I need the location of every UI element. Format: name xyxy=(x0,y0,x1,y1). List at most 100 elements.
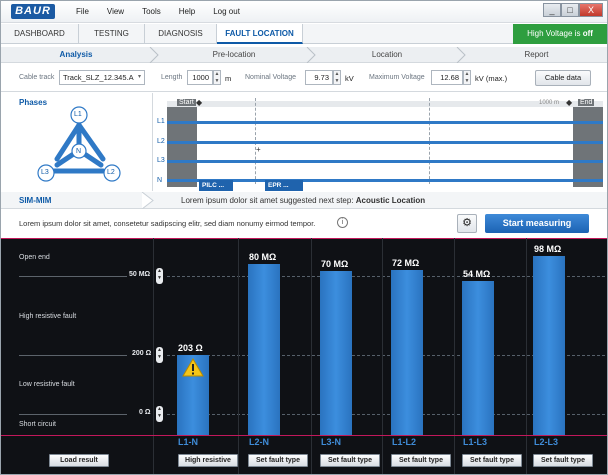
nominal-voltage-stepper[interactable]: ▲ ▼ xyxy=(333,70,341,85)
category-label: L1-L3 xyxy=(463,437,488,447)
bar-value-label: 54 MΩ xyxy=(463,269,491,279)
category-label: L1-L2 xyxy=(392,437,417,447)
minimize-button[interactable]: _ xyxy=(543,3,561,17)
threshold-handle[interactable]: ▲ ▼ xyxy=(156,268,163,284)
length-unit: m xyxy=(225,74,232,83)
load-result-button[interactable]: Load result xyxy=(49,454,109,467)
step-location[interactable]: Location xyxy=(316,47,458,63)
line-label-l1: L1 xyxy=(157,118,165,125)
phase-label-n: N xyxy=(76,148,82,155)
start-marker-icon[interactable]: ◆ xyxy=(196,98,202,107)
length-label: Length xyxy=(161,74,183,81)
fault-type-button[interactable]: Set fault type xyxy=(320,454,380,467)
step-arrow-icon xyxy=(456,47,466,63)
info-icon[interactable]: i xyxy=(337,217,348,228)
maximize-button[interactable]: □ xyxy=(561,3,579,17)
bar-l3-n[interactable] xyxy=(320,271,352,435)
length-input[interactable]: 1000 xyxy=(187,70,213,85)
zone-label: High resistive fault xyxy=(19,313,77,320)
segment-pilc[interactable]: PILC ... xyxy=(199,180,233,191)
bar-value-label: 72 MΩ xyxy=(392,258,420,268)
step-analysis[interactable]: Analysis xyxy=(1,47,151,63)
high-voltage-status: High Voltage is off xyxy=(513,24,607,44)
max-voltage-input[interactable]: 12.68 xyxy=(431,70,463,85)
cable-overview: Start ◆ 1000 m ◆ End + + L1 L2 L3 N PILC… xyxy=(153,93,607,191)
fault-type-button[interactable]: Set fault type xyxy=(391,454,451,467)
end-marker-icon[interactable]: ◆ xyxy=(566,98,572,107)
start-zone xyxy=(167,101,197,187)
column-divider xyxy=(454,238,455,474)
cable-track-select[interactable]: Track_SLZ_12.345.A ▾ xyxy=(59,70,145,85)
cable-line-l1 xyxy=(167,121,603,124)
tab-fault-location[interactable]: FAULT LOCATION xyxy=(217,24,303,44)
bar-l1-l3[interactable] xyxy=(462,281,494,435)
high-voltage-prefix: High Voltage is xyxy=(527,29,581,38)
bar-l1-l2[interactable] xyxy=(391,270,423,435)
chevron-down-icon: ▾ xyxy=(137,74,141,80)
close-button[interactable]: X xyxy=(579,3,603,17)
phase-label-l1: L1 xyxy=(74,111,82,118)
tab-testing[interactable]: TESTING xyxy=(79,24,145,44)
line-label-n: N xyxy=(157,177,163,184)
step-report[interactable]: Report xyxy=(466,47,607,63)
category-label: L1-N xyxy=(178,437,198,447)
start-label: Start xyxy=(177,99,196,106)
length-stepper[interactable]: ▲ ▼ xyxy=(213,70,221,85)
cursor-plus-icon[interactable]: + xyxy=(256,145,261,154)
end-zone xyxy=(573,101,603,187)
settings-gear-icon[interactable]: ⚙ xyxy=(457,214,477,233)
segment-epr[interactable]: EPR ... xyxy=(265,180,303,191)
threshold-label: 50 MΩ xyxy=(129,271,151,278)
fault-type-button[interactable]: Set fault type xyxy=(248,454,308,467)
chart-bottom-border xyxy=(1,435,607,436)
column-divider xyxy=(382,238,383,474)
chart-divider xyxy=(153,238,154,474)
menu-file[interactable]: File xyxy=(76,7,89,16)
bar-l2-l3[interactable] xyxy=(533,256,565,435)
zone-label: Short circuit xyxy=(19,421,56,428)
description-text: Lorem ipsum dolor sit amet, consetetur s… xyxy=(19,219,316,228)
menu-help[interactable]: Help xyxy=(179,7,195,16)
suggestion-step: Acoustic Location xyxy=(355,196,426,205)
step-pre-location[interactable]: Pre-location xyxy=(159,47,309,63)
threshold-line xyxy=(19,276,127,277)
menu-tools[interactable]: Tools xyxy=(142,7,161,16)
cable-line-l3 xyxy=(167,160,603,163)
tab-diagnosis[interactable]: DIAGNOSIS xyxy=(145,24,217,44)
tab-dashboard[interactable]: DASHBOARD xyxy=(1,24,79,44)
bar-value-label: 203 Ω xyxy=(178,343,203,353)
threshold-handle[interactable]: ▲ ▼ xyxy=(156,347,163,363)
nominal-voltage-unit: kV xyxy=(345,74,354,83)
bar-value-label: 70 MΩ xyxy=(321,259,349,269)
phases-panel: Phases L1 L2 L3 N xyxy=(1,93,153,191)
start-measuring-button[interactable]: Start measuring xyxy=(485,214,589,233)
step-arrow-icon xyxy=(306,47,316,63)
line-label-l2: L2 xyxy=(157,138,165,145)
threshold-handle[interactable]: ▲ ▼ xyxy=(156,406,163,422)
zone-label: Low resistive fault xyxy=(19,381,75,388)
chart-top-border xyxy=(1,238,607,239)
menu-logout[interactable]: Log out xyxy=(213,7,240,16)
resistance-chart: Open end High resistive fault Low resist… xyxy=(1,238,607,474)
method-label: SIM-MIM xyxy=(19,196,52,205)
threshold-line xyxy=(19,414,127,415)
threshold-label: 0 Ω xyxy=(139,409,151,416)
app-window: BAUR File View Tools Help Log out _ □ X … xyxy=(0,0,608,475)
high-voltage-state: off xyxy=(582,29,593,38)
menu-view[interactable]: View xyxy=(107,7,124,16)
fault-type-button[interactable]: Set fault type xyxy=(533,454,593,467)
bar-value-label: 98 MΩ xyxy=(534,244,562,254)
max-voltage-unit: kV (max.) xyxy=(475,74,508,83)
max-voltage-stepper[interactable]: ▲ ▼ xyxy=(463,70,471,85)
warning-icon xyxy=(182,358,204,377)
fault-type-button[interactable]: High resistive xyxy=(178,454,238,467)
message-row: Lorem ipsum dolor sit amet, consetetur s… xyxy=(1,211,607,237)
category-label: L3-N xyxy=(321,437,341,447)
cable-data-button[interactable]: Cable data xyxy=(535,70,591,86)
cable-track-value: Track_SLZ_12.345.A xyxy=(63,73,134,82)
fault-type-button[interactable]: Set fault type xyxy=(462,454,522,467)
nominal-voltage-input[interactable]: 9.73 xyxy=(305,70,333,85)
bar-l2-n[interactable] xyxy=(248,264,280,435)
step-arrow-icon xyxy=(149,47,159,63)
category-label: L2-N xyxy=(249,437,269,447)
